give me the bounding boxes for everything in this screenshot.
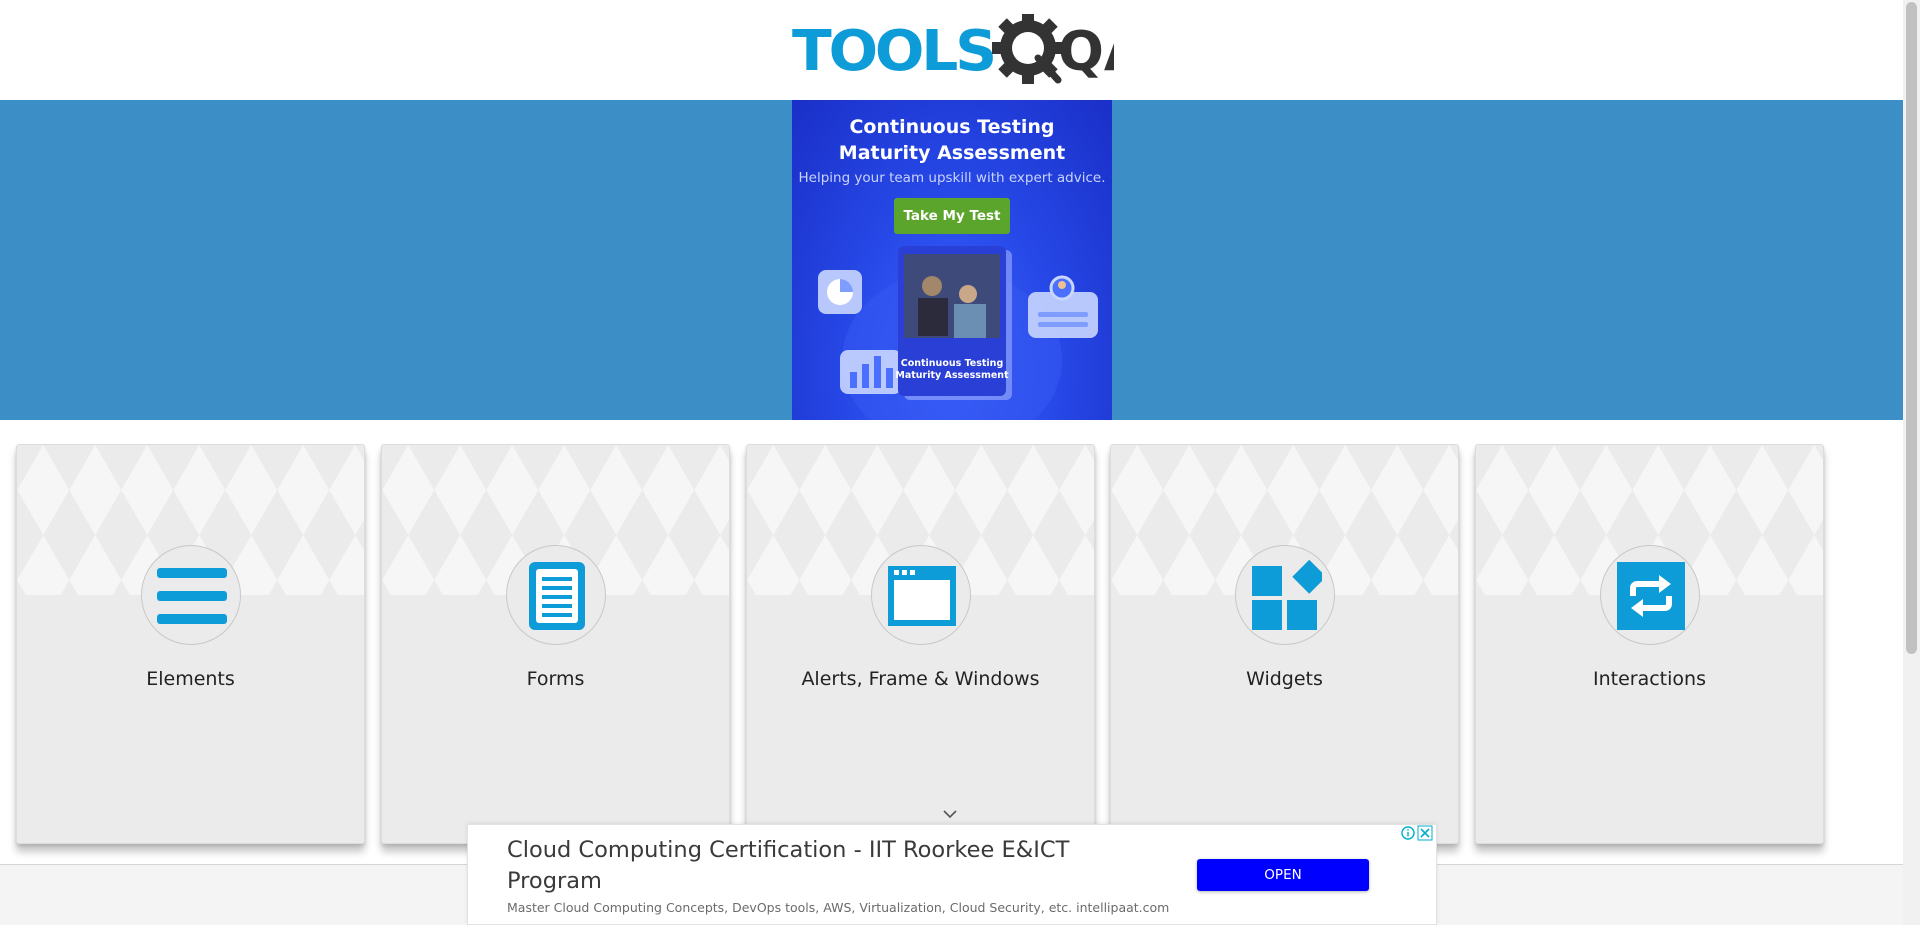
card-title: Alerts, Frame & Windows: [801, 668, 1040, 690]
card-widgets[interactable]: Widgets: [1110, 444, 1459, 844]
page: TOOLS QA: [0, 0, 1920, 925]
card-forms[interactable]: Forms: [381, 444, 730, 844]
bottom-ad-title[interactable]: Cloud Computing Certification - IIT Roor…: [507, 835, 1147, 897]
card-avatar: [506, 545, 606, 645]
banner-ad[interactable]: Continuous Testing Maturity Assessment H…: [792, 100, 1112, 420]
bar-chart-icon: [840, 350, 902, 394]
card-avatar: [1600, 545, 1700, 645]
book-title-line2: Maturity Assessment: [895, 370, 1009, 381]
ad-title-line1: Continuous Testing: [849, 116, 1055, 138]
card-avatar: [141, 545, 241, 645]
hamburger-lines-icon: [157, 568, 227, 624]
card-avatar: [871, 545, 971, 645]
ebook-cover: Continuous Testing Maturity Assessment: [895, 246, 1012, 400]
gear-magnifier-icon: [992, 12, 1064, 84]
open-button[interactable]: OPEN: [1197, 859, 1369, 891]
scrollbar-thumb[interactable]: [1906, 2, 1917, 654]
card-avatar: [1235, 545, 1335, 645]
card-title: Interactions: [1593, 668, 1706, 690]
logo-qa-text: QA: [1058, 20, 1114, 83]
book-title-line1: Continuous Testing: [901, 358, 1004, 369]
widgets-blocks-icon: [1252, 560, 1322, 630]
card-alerts-frame-windows[interactable]: Alerts, Frame & Windows: [746, 444, 1095, 844]
ad-subtitle: Helping your team upskill with expert ad…: [798, 170, 1106, 186]
browser-window-icon: [888, 566, 956, 626]
document-icon: [529, 562, 585, 630]
card-elements[interactable]: Elements: [16, 444, 365, 844]
profile-card-icon: [1028, 275, 1098, 338]
card-title: Forms: [526, 668, 585, 690]
logo-tools-text: TOOLS: [792, 19, 994, 84]
site-header: TOOLS QA: [0, 0, 1903, 100]
adchoices-close-icon[interactable]: [1400, 825, 1434, 841]
card-title: Widgets: [1246, 668, 1323, 690]
bottom-anchor-ad[interactable]: Cloud Computing Certification - IIT Roor…: [467, 824, 1437, 925]
toolsqa-logo[interactable]: TOOLS QA: [792, 12, 1146, 90]
card-title: Elements: [146, 668, 235, 690]
bottom-ad-description: Master Cloud Computing Concepts, DevOps …: [507, 900, 1170, 915]
chevron-down-icon[interactable]: [942, 808, 958, 820]
ad-title: Continuous Testing Maturity Assessment: [792, 114, 1112, 166]
card-interactions[interactable]: Interactions: [1475, 444, 1824, 844]
ad-title-line2: Maturity Assessment: [838, 142, 1066, 164]
swap-arrows-icon: [1617, 562, 1685, 630]
ad-illustration: Continuous Testing Maturity Assessment: [818, 246, 1098, 420]
hero-banner: Continuous Testing Maturity Assessment H…: [0, 100, 1903, 420]
pie-chart-icon: [818, 270, 862, 314]
take-my-test-button[interactable]: Take My Test: [894, 198, 1010, 234]
